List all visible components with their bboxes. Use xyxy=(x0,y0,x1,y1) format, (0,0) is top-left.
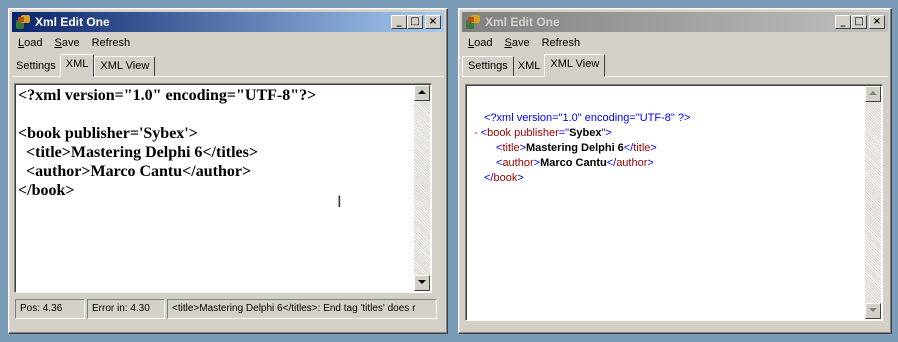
editor-line: <title>Mastering Delphi 6</titles> xyxy=(18,144,258,161)
scroll-down-button[interactable] xyxy=(865,303,881,319)
menu-load[interactable]: Load xyxy=(12,37,48,49)
xml-root-close: </book> xyxy=(484,172,524,184)
vertical-scrollbar[interactable] xyxy=(865,86,881,319)
attr-value: Sybex xyxy=(569,127,602,139)
minimize-button[interactable]: _ xyxy=(835,15,851,29)
text-cursor-icon: I xyxy=(337,192,342,211)
collapse-toggle[interactable]: - xyxy=(474,127,478,139)
arrow-down-icon xyxy=(418,280,426,284)
editor-line: <author>Marco Cantu</author> xyxy=(18,163,252,180)
tab-xml-view[interactable]: XML View xyxy=(94,56,156,76)
xml-editor[interactable]: <?xml version="1.0" encoding="UTF-8"?> <… xyxy=(14,83,432,293)
menu-save[interactable]: Save xyxy=(498,37,535,49)
arrow-down-icon xyxy=(869,308,877,312)
menu-save[interactable]: Save xyxy=(48,37,85,49)
left-window: Xml Edit One _ □ × Load Save Refresh Set… xyxy=(8,8,448,334)
menubar: Load Save Refresh xyxy=(462,34,888,52)
titlebar[interactable]: Xml Edit One _ □ × xyxy=(462,12,888,32)
right-window: Xml Edit One _ □ × Load Save Refresh Set… xyxy=(458,8,892,334)
editor-line: </book> xyxy=(18,182,75,199)
minimize-button[interactable]: _ xyxy=(391,15,407,29)
tab-xml-view[interactable]: XML View xyxy=(544,54,606,77)
editor-line: <book publisher='Sybex'> xyxy=(18,125,198,142)
menu-load[interactable]: Load xyxy=(462,37,498,49)
app-icon[interactable] xyxy=(465,14,481,30)
xml-tree: <?xml version="1.0" encoding="UTF-8" ?> -… xyxy=(474,111,691,186)
editor-text[interactable]: <?xml version="1.0" encoding="UTF-8"?> <… xyxy=(18,86,316,200)
maximize-button[interactable]: □ xyxy=(407,15,423,29)
status-error: Error in: 4.30 xyxy=(87,299,165,319)
window-title: Xml Edit One xyxy=(485,15,560,29)
app-icon[interactable] xyxy=(15,14,31,30)
menu-refresh[interactable]: Refresh xyxy=(536,37,587,49)
xml-declaration: <?xml version="1.0" encoding="UTF-8" ?> xyxy=(484,112,691,124)
scroll-up-button[interactable] xyxy=(414,85,430,101)
status-bar: Pos: 4.36 Error in: 4.30 <title>Masterin… xyxy=(15,299,443,319)
window-title: Xml Edit One xyxy=(35,15,110,29)
menu-refresh[interactable]: Refresh xyxy=(86,37,137,49)
xml-view-pane[interactable]: <?xml version="1.0" encoding="UTF-8" ?> -… xyxy=(465,84,883,321)
status-position: Pos: 4.36 xyxy=(15,299,85,319)
close-button[interactable]: × xyxy=(869,15,885,29)
close-button[interactable]: × xyxy=(425,15,441,29)
scroll-down-button[interactable] xyxy=(414,275,430,291)
tab-strip: Settings XML XML View xyxy=(462,54,888,77)
tab-settings[interactable]: Settings xyxy=(462,56,514,76)
scroll-up-button[interactable] xyxy=(865,86,881,102)
xml-root-line[interactable]: - <book publisher="Sybex"> xyxy=(474,126,690,141)
maximize-button[interactable]: □ xyxy=(851,15,867,29)
status-message: <title>Mastering Delphi 6</titles>: End … xyxy=(167,299,437,319)
attr-name: publisher xyxy=(514,127,559,139)
titlebar[interactable]: Xml Edit One _ □ × xyxy=(12,12,444,32)
root-tag: book xyxy=(487,127,512,139)
tab-xml[interactable]: XML xyxy=(59,54,95,77)
tab-strip: Settings XML XML View xyxy=(12,54,444,77)
editor-line: <?xml version="1.0" encoding="UTF-8"?> xyxy=(18,87,317,104)
vertical-scrollbar[interactable] xyxy=(414,85,430,291)
tab-xml[interactable]: XML xyxy=(513,57,545,76)
menubar: Load Save Refresh xyxy=(12,34,444,52)
arrow-up-icon xyxy=(869,91,877,95)
xml-child-line: <author>Marco Cantu</author> xyxy=(496,157,654,169)
tab-settings[interactable]: Settings xyxy=(12,57,60,76)
arrow-up-icon xyxy=(418,90,426,94)
xml-child-line: <title>Mastering Delphi 6</title> xyxy=(496,142,657,154)
